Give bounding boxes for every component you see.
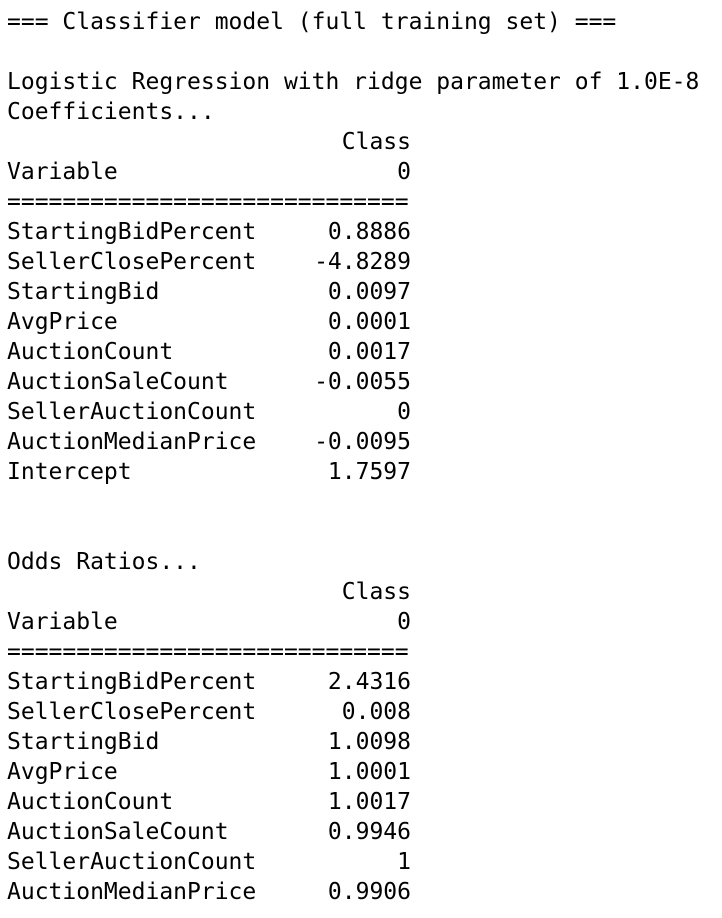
variable-name: AuctionMedianPrice: [7, 879, 257, 905]
variable-value: 0: [397, 399, 411, 425]
variable-value: 2.4316: [327, 669, 411, 695]
variable-name: Intercept: [7, 459, 132, 485]
table-row: AvgPrice 0.0001: [7, 307, 722, 337]
coefficients-variable-header: Variable: [7, 159, 118, 185]
odds-class-header-row: Class: [7, 577, 722, 607]
variable-value: 0.0001: [327, 309, 411, 335]
model-description: Logistic Regression with ridge parameter…: [7, 69, 700, 95]
variable-value: 1.0017: [327, 789, 411, 815]
coefficients-separator: =============================: [7, 189, 409, 215]
variable-name: AuctionCount: [7, 789, 174, 815]
table-row: AuctionMedianPrice -0.0095: [7, 427, 722, 457]
output-header: === Classifier model (full training set)…: [7, 9, 617, 35]
odds-variable-header-row: Variable 0: [7, 607, 722, 637]
table-row: StartingBid 1.0098: [7, 727, 722, 757]
coefficients-class-header-row: Class: [7, 127, 722, 157]
variable-name: StartingBidPercent: [7, 219, 257, 245]
table-row: StartingBid 0.0097: [7, 277, 722, 307]
variable-value: 0.9946: [327, 819, 411, 845]
odds-ratios-table: StartingBidPercent 2.4316 SellerClosePerc…: [7, 667, 722, 907]
odds-class-value: 0: [397, 609, 411, 635]
coefficients-title: Coefficients...: [7, 99, 215, 125]
variable-value: 0.9906: [327, 879, 411, 905]
variable-name: StartingBidPercent: [7, 669, 257, 695]
coefficients-variable-header-row: Variable 0: [7, 157, 722, 187]
table-row: SellerClosePercent 0.008: [7, 697, 722, 727]
variable-value: -0.0055: [314, 369, 411, 395]
variable-value: 1: [397, 849, 411, 875]
variable-name: AuctionCount: [7, 339, 174, 365]
variable-name: AuctionMedianPrice: [7, 429, 257, 455]
variable-value: 0.8886: [327, 219, 411, 245]
variable-value: 0.0097: [327, 279, 411, 305]
odds-header-spacer: [7, 577, 287, 607]
variable-name: SellerClosePercent: [7, 249, 257, 275]
table-row: AuctionSaleCount -0.0055: [7, 367, 722, 397]
table-row: StartingBidPercent 2.4316: [7, 667, 722, 697]
odds-separator: =============================: [7, 639, 409, 665]
coefficients-class-value: 0: [397, 159, 411, 185]
odds-ratios-title: Odds Ratios...: [7, 549, 201, 575]
variable-name: AuctionSaleCount: [7, 369, 229, 395]
variable-name: StartingBid: [7, 729, 160, 755]
coefficients-header-spacer: [7, 127, 287, 157]
classifier-output: === Classifier model (full training set)…: [7, 7, 722, 907]
variable-value: -0.0095: [314, 429, 411, 455]
variable-value: 1.7597: [327, 459, 411, 485]
table-row: StartingBidPercent 0.8886: [7, 217, 722, 247]
table-row: AuctionSaleCount 0.9946: [7, 817, 722, 847]
odds-class-header: Class: [341, 579, 411, 605]
variable-name: SellerAuctionCount: [7, 849, 257, 875]
table-row: AuctionCount 0.0017: [7, 337, 722, 367]
table-row: AuctionCount 1.0017: [7, 787, 722, 817]
variable-name: SellerClosePercent: [7, 699, 257, 725]
variable-name: SellerAuctionCount: [7, 399, 257, 425]
table-row: AuctionMedianPrice 0.9906: [7, 877, 722, 907]
variable-name: AvgPrice: [7, 759, 118, 785]
table-row: AvgPrice 1.0001: [7, 757, 722, 787]
odds-variable-header: Variable: [7, 609, 118, 635]
variable-name: AvgPrice: [7, 309, 118, 335]
variable-value: 0.0017: [327, 339, 411, 365]
table-row: SellerClosePercent -4.8289: [7, 247, 722, 277]
variable-value: 1.0001: [327, 759, 411, 785]
variable-name: StartingBid: [7, 279, 160, 305]
table-row: Intercept 1.7597: [7, 457, 722, 487]
table-row: SellerAuctionCount 1: [7, 847, 722, 877]
variable-name: AuctionSaleCount: [7, 819, 229, 845]
variable-value: 1.0098: [327, 729, 411, 755]
table-row: SellerAuctionCount 0: [7, 397, 722, 427]
coefficients-table: StartingBidPercent 0.8886 SellerClosePerc…: [7, 217, 722, 487]
coefficients-class-header: Class: [341, 129, 411, 155]
variable-value: -4.8289: [314, 249, 411, 275]
variable-value: 0.008: [341, 699, 411, 725]
